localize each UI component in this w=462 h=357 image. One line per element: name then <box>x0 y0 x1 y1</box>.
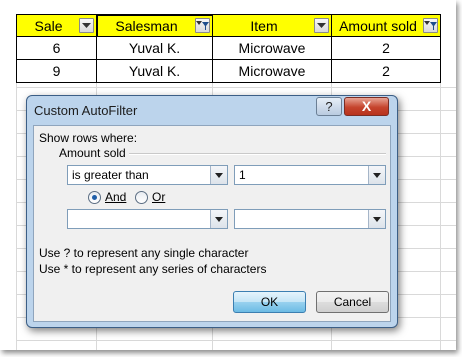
cell-salesman[interactable]: Yuval K. <box>96 59 213 83</box>
cell-sale[interactable]: 9 <box>16 59 97 83</box>
screenshot-frame: Sale Salesman Item Amount sold 6 Yuval K… <box>0 0 456 350</box>
filtered-table: Sale Salesman Item Amount sold 6 Yuval K… <box>16 13 441 83</box>
operator-select-2[interactable] <box>67 209 228 229</box>
hint-series-characters: Use * to represent any series of charact… <box>39 262 267 276</box>
column-header-sale[interactable]: Sale <box>16 14 97 37</box>
table-row: 6 Yuval K. Microwave 2 <box>16 36 441 60</box>
or-radio[interactable] <box>135 191 148 204</box>
column-header-label: Amount sold <box>339 17 417 34</box>
cancel-button[interactable]: Cancel <box>316 291 389 313</box>
chevron-down-icon[interactable] <box>368 210 385 228</box>
column-header-item[interactable]: Item <box>212 14 332 37</box>
active-filter-icon[interactable] <box>195 18 210 33</box>
group-divider <box>129 153 386 154</box>
close-icon: X <box>361 98 372 114</box>
custom-autofilter-dialog: Custom AutoFilter ? X Show rows where: A… <box>26 95 398 328</box>
cell-amount-sold[interactable]: 2 <box>331 36 441 60</box>
hint-single-character: Use ? to represent any single character <box>39 246 249 260</box>
dropdown-arrow-icon[interactable] <box>314 18 329 33</box>
close-button[interactable]: X <box>344 97 389 116</box>
cell-amount-sold[interactable]: 2 <box>331 59 441 83</box>
table-row: 9 Yuval K. Microwave 2 <box>16 59 441 83</box>
and-radio[interactable] <box>88 191 101 204</box>
dropdown-arrow-icon[interactable] <box>79 18 94 33</box>
value-combo-1[interactable]: 1 <box>234 165 386 185</box>
column-header-label: Item <box>250 17 278 34</box>
table-header-row: Sale Salesman Item Amount sold <box>16 13 441 38</box>
operator-select-1[interactable]: is greater than <box>67 165 228 185</box>
column-header-label: Sale <box>34 17 63 34</box>
or-radio-label[interactable]: Or <box>152 190 165 204</box>
cell-item[interactable]: Microwave <box>212 59 332 83</box>
operator-select-value: is greater than <box>72 168 149 182</box>
column-header-amount-sold[interactable]: Amount sold <box>331 14 441 37</box>
show-rows-label: Show rows where: <box>39 131 138 145</box>
cell-item[interactable]: Microwave <box>212 36 332 60</box>
chevron-down-icon[interactable] <box>210 166 227 184</box>
ok-button[interactable]: OK <box>233 291 306 313</box>
chevron-down-icon[interactable] <box>210 210 227 228</box>
value-combo-text: 1 <box>239 168 246 182</box>
column-header-salesman[interactable]: Salesman <box>95 13 214 38</box>
dialog-title: Custom AutoFilter <box>34 103 138 118</box>
dialog-body: Show rows where: Amount sold is greater … <box>33 125 391 322</box>
help-button[interactable]: ? <box>316 97 342 116</box>
column-header-label: Salesman <box>115 17 178 34</box>
and-radio-label[interactable]: And <box>105 190 126 204</box>
cell-salesman[interactable]: Yuval K. <box>96 36 213 60</box>
field-group-label: Amount sold <box>59 146 126 160</box>
active-filter-icon[interactable] <box>423 18 438 33</box>
cell-sale[interactable]: 6 <box>16 36 97 60</box>
chevron-down-icon[interactable] <box>368 166 385 184</box>
value-combo-2[interactable] <box>234 209 386 229</box>
